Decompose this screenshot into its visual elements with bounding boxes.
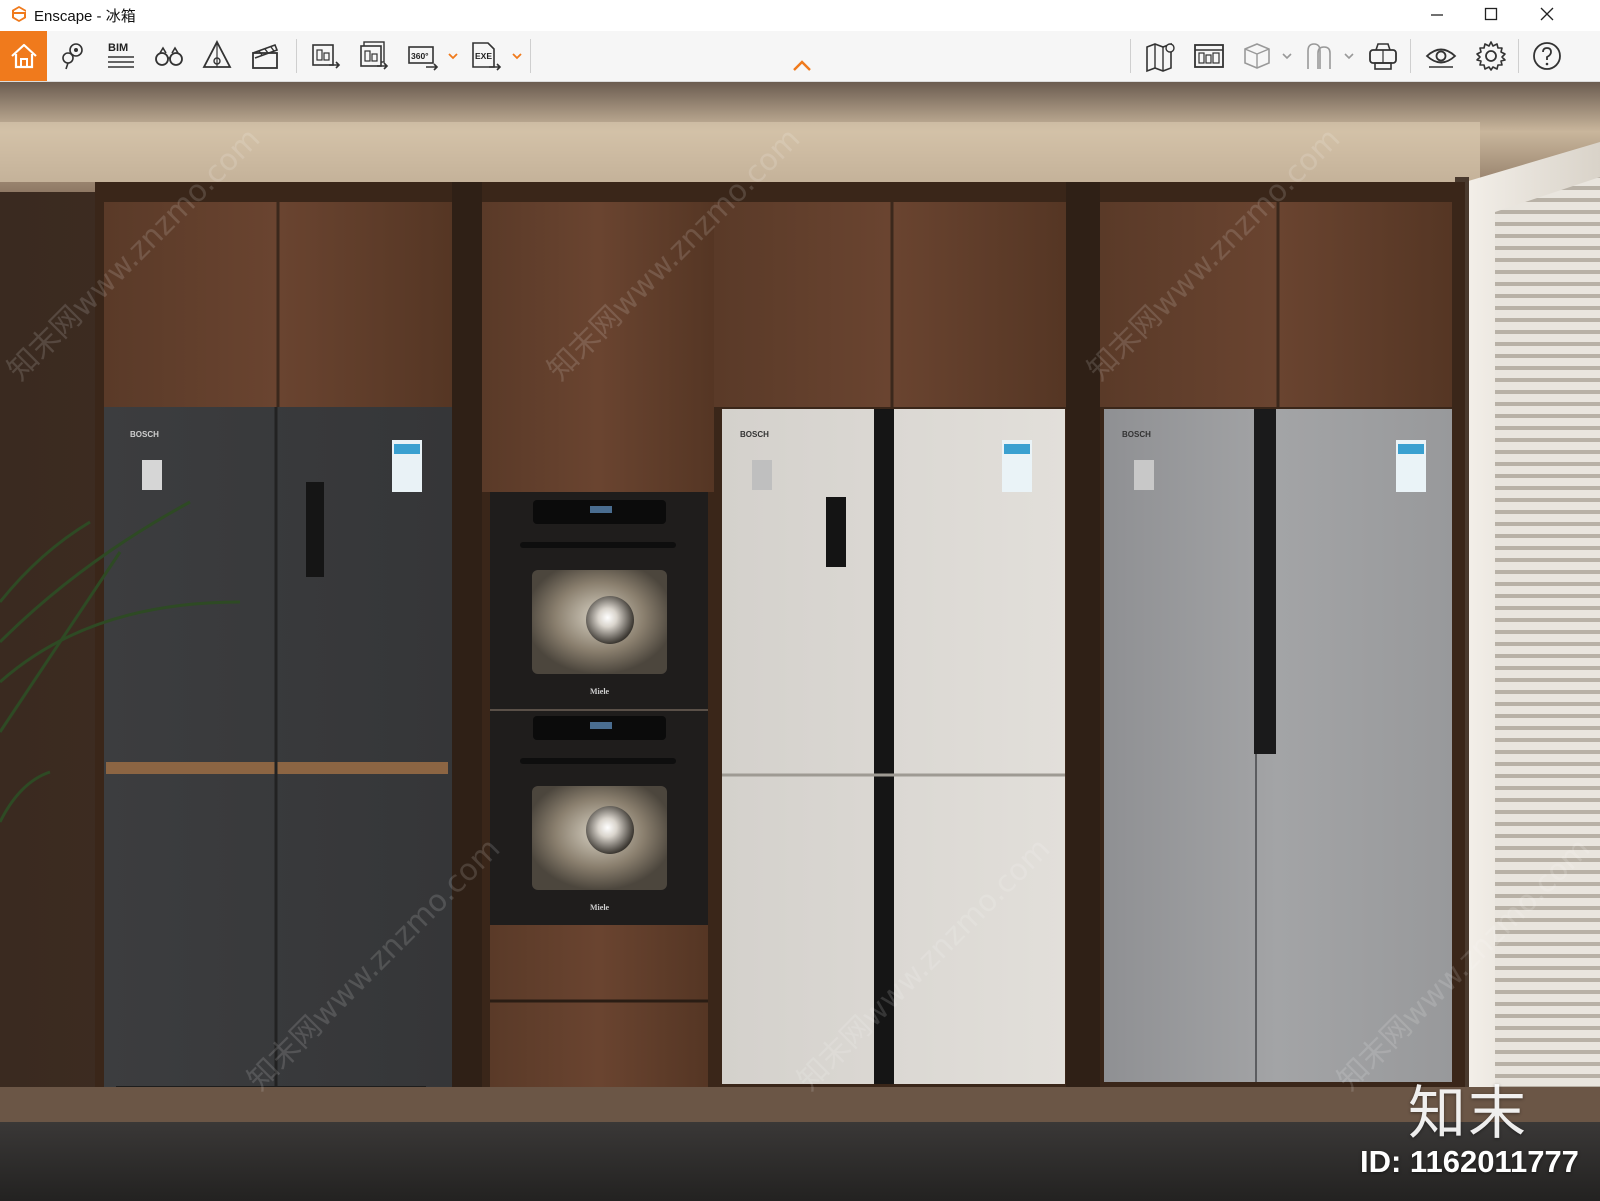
toolbar-separator <box>1410 39 1411 73</box>
export-exe-icon: EXE <box>472 42 502 71</box>
kitchen-scene: BOSCH Miele Miele BOSCH BOSCH 知末网www.znz… <box>0 82 1600 1201</box>
video-clapper-icon <box>252 43 279 69</box>
toolbar-separator <box>296 39 297 73</box>
export-image-button[interactable] <box>305 35 347 77</box>
asset-library-button[interactable] <box>196 35 238 77</box>
export-image-icon <box>312 44 341 69</box>
fridge-3-stainless <box>1104 409 1452 1082</box>
cube-icon <box>1244 43 1270 69</box>
export-exe-button[interactable]: EXE <box>464 35 506 77</box>
views-button[interactable] <box>1188 35 1230 77</box>
vr-headset-icon <box>1369 43 1397 70</box>
panorama-360-icon: 360° <box>408 46 439 71</box>
chevron-down-icon <box>512 53 522 60</box>
map-icon <box>1146 42 1175 73</box>
title-bar: Enscape - 冰箱 <box>0 0 1600 31</box>
panorama-button[interactable]: 360° <box>402 35 444 77</box>
location-pin-icon <box>62 43 83 70</box>
render-viewport[interactable]: BOSCH Miele Miele BOSCH BOSCH 知末网www.znz… <box>0 82 1600 1201</box>
fridge-1-brand: BOSCH <box>130 430 159 439</box>
cube-dropdown[interactable] <box>1280 47 1294 65</box>
toolbar-separator <box>1130 39 1131 73</box>
settings-button[interactable] <box>1470 35 1512 77</box>
close-button[interactable] <box>1524 0 1570 28</box>
maximize-icon <box>1484 7 1498 21</box>
enscape-logo-icon <box>12 6 26 22</box>
oven-2-brand: Miele <box>590 903 610 912</box>
maximize-button[interactable] <box>1468 0 1514 28</box>
help-icon <box>1533 42 1561 70</box>
export-exe-dropdown[interactable] <box>510 47 524 65</box>
watermark-id: ID: 1162011777 <box>1360 1144 1579 1179</box>
chevron-down-icon <box>448 53 458 60</box>
home-button[interactable] <box>0 31 47 81</box>
cube-button[interactable] <box>1236 35 1278 77</box>
close-icon <box>1540 7 1554 21</box>
toolbar-separator <box>1518 39 1519 73</box>
asset-library-icon <box>202 40 232 68</box>
people-icon <box>1307 43 1331 69</box>
svg-text:BIM: BIM <box>108 42 128 54</box>
video-editor-button[interactable] <box>244 35 286 77</box>
home-icon <box>10 43 37 69</box>
collapse-toolbar-chevron-icon[interactable] <box>792 58 812 74</box>
chevron-down-icon <box>1282 53 1292 60</box>
location-button[interactable] <box>52 35 94 77</box>
visibility-button[interactable] <box>1420 35 1462 77</box>
svg-text:360°: 360° <box>411 51 429 61</box>
binoculars-button[interactable] <box>148 35 190 77</box>
map-button[interactable] <box>1140 35 1182 77</box>
panorama-dropdown[interactable] <box>446 47 460 65</box>
settings-gear-icon <box>1476 41 1506 71</box>
unit-3-tall-cabinet: BOSCH <box>714 202 1066 1084</box>
batch-render-icon <box>360 41 389 70</box>
vr-button[interactable] <box>1362 35 1404 77</box>
fridge-1-graphite <box>104 407 452 1087</box>
help-button[interactable] <box>1526 35 1568 77</box>
fridge-2-brand: BOSCH <box>740 430 769 439</box>
oven-1-brand: Miele <box>590 687 610 696</box>
main-toolbar: BIM 360° EXE <box>0 31 1600 82</box>
toolbar-separator <box>530 39 531 73</box>
people-button[interactable] <box>1298 35 1340 77</box>
batch-render-button[interactable] <box>353 35 395 77</box>
minimize-icon <box>1431 14 1443 16</box>
fridge-3-brand: BOSCH <box>1122 430 1151 439</box>
binoculars-icon <box>155 46 183 66</box>
people-dropdown[interactable] <box>1342 47 1356 65</box>
visibility-eye-icon <box>1425 48 1457 68</box>
svg-text:EXE: EXE <box>475 51 492 61</box>
watermark-logo: 知末 <box>1408 1079 1529 1147</box>
window-title: Enscape - 冰箱 <box>34 8 136 25</box>
bim-button[interactable]: BIM <box>100 35 142 77</box>
window-blinds <box>1455 142 1600 1201</box>
bim-icon: BIM <box>108 42 134 68</box>
views-icon <box>1194 44 1224 68</box>
chevron-down-icon <box>1344 53 1354 60</box>
minimize-button[interactable] <box>1414 0 1460 28</box>
